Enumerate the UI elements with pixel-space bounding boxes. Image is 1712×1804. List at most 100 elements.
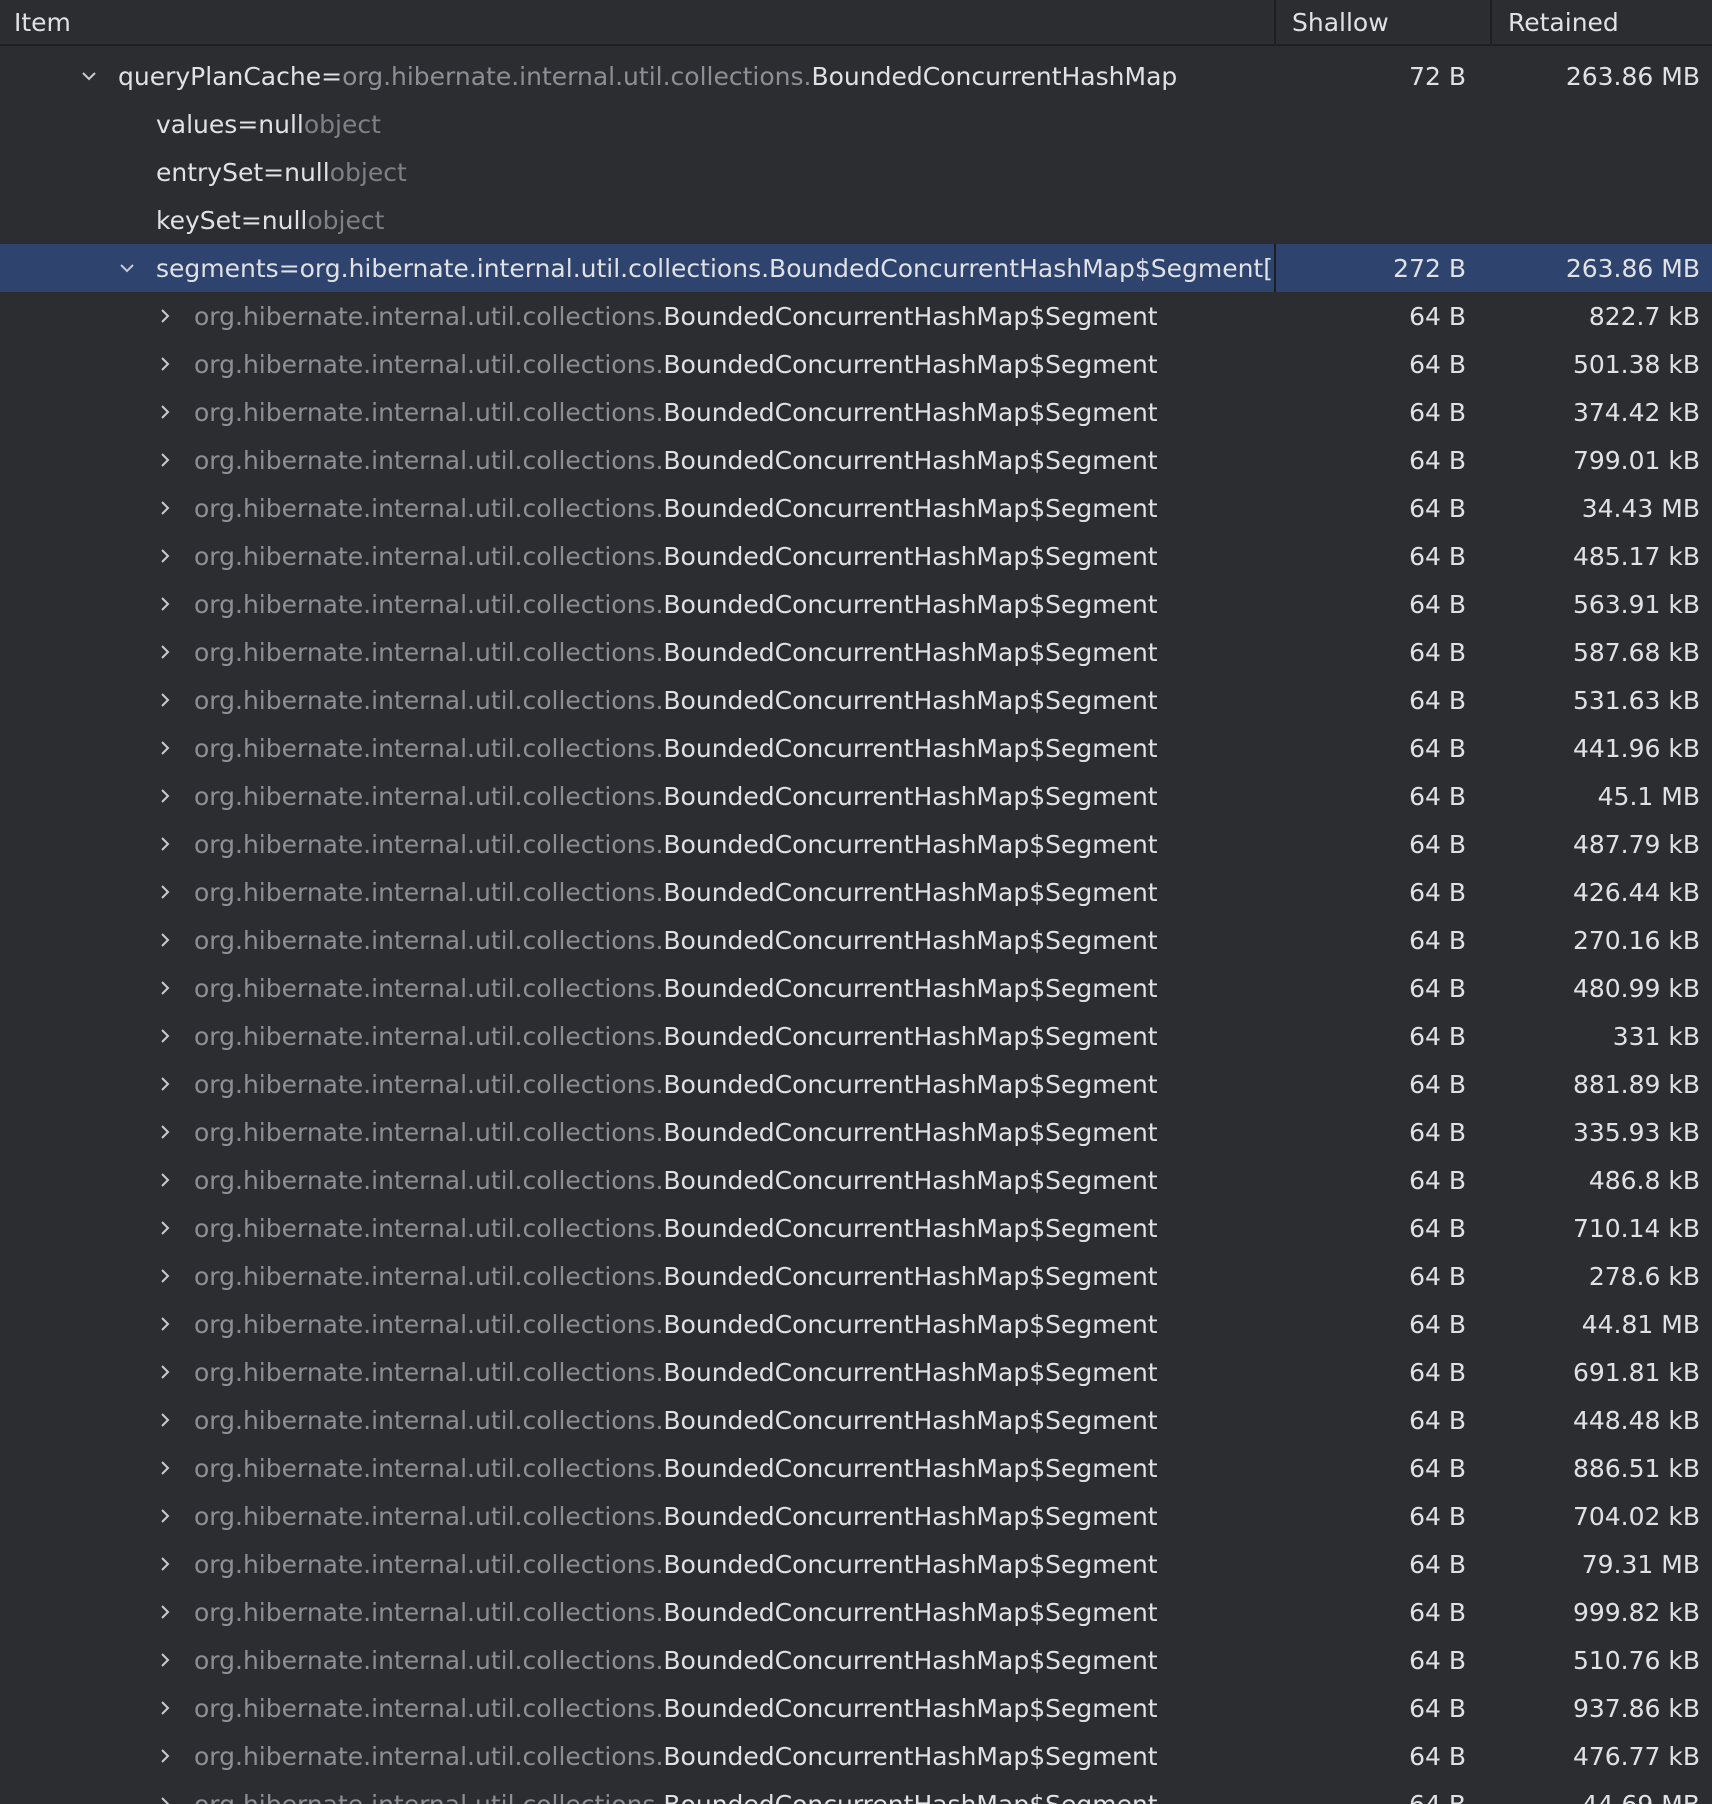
chevron-right-icon[interactable] bbox=[156, 739, 174, 757]
chevron-right-icon[interactable] bbox=[156, 787, 174, 805]
tree-row-segment[interactable]: org.hibernate.internal.util.collections.… bbox=[0, 532, 1712, 580]
tree-row-segment[interactable]: org.hibernate.internal.util.collections.… bbox=[0, 340, 1712, 388]
chevron-right-icon[interactable] bbox=[156, 1219, 174, 1237]
tree-row-segment[interactable]: org.hibernate.internal.util.collections.… bbox=[0, 724, 1712, 772]
tree-row-queryplancache[interactable]: queryPlanCache = org.hibernate.internal.… bbox=[0, 52, 1712, 100]
tree-row-segment[interactable]: org.hibernate.internal.util.collections.… bbox=[0, 1348, 1712, 1396]
chevron-right-icon[interactable] bbox=[156, 1507, 174, 1525]
tree-row-segment[interactable]: org.hibernate.internal.util.collections.… bbox=[0, 1156, 1712, 1204]
retained-size: 263.86 MB bbox=[1565, 253, 1700, 283]
chevron-right-icon[interactable] bbox=[156, 1459, 174, 1477]
column-item[interactable]: Item bbox=[0, 0, 1276, 44]
tree-row-segment[interactable]: org.hibernate.internal.util.collections.… bbox=[0, 964, 1712, 1012]
chevron-right-icon[interactable] bbox=[156, 643, 174, 661]
class-name: BoundedConcurrentHashMap$Segment bbox=[663, 1501, 1158, 1531]
retained-size: 822.7 kB bbox=[1588, 301, 1700, 331]
chevron-right-icon[interactable] bbox=[156, 1699, 174, 1717]
chevron-right-icon[interactable] bbox=[156, 1747, 174, 1765]
chevron-right-icon[interactable] bbox=[156, 1171, 174, 1189]
shallow-size: 64 B bbox=[1409, 301, 1466, 331]
column-retained[interactable]: Retained bbox=[1492, 0, 1712, 44]
tree-row-segment[interactable]: org.hibernate.internal.util.collections.… bbox=[0, 1684, 1712, 1732]
chevron-right-icon[interactable] bbox=[156, 403, 174, 421]
tree-row-entryset[interactable]: entrySet = null object bbox=[0, 148, 1712, 196]
chevron-right-icon[interactable] bbox=[156, 691, 174, 709]
chevron-right-icon[interactable] bbox=[156, 1603, 174, 1621]
chevron-down-icon[interactable] bbox=[80, 67, 98, 85]
chevron-right-icon[interactable] bbox=[156, 979, 174, 997]
shallow-size: 64 B bbox=[1409, 493, 1466, 523]
chevron-right-icon[interactable] bbox=[156, 1651, 174, 1669]
chevron-right-icon[interactable] bbox=[156, 1795, 174, 1804]
chevron-down-icon[interactable] bbox=[118, 259, 136, 277]
chevron-right-icon[interactable] bbox=[156, 1027, 174, 1045]
chevron-right-icon[interactable] bbox=[156, 931, 174, 949]
package-name: org.hibernate.internal.util.collections. bbox=[194, 973, 664, 1003]
tree-row-segment[interactable]: org.hibernate.internal.util.collections.… bbox=[0, 772, 1712, 820]
chevron-right-icon[interactable] bbox=[156, 1555, 174, 1573]
item-cell: org.hibernate.internal.util.collections.… bbox=[0, 724, 1276, 772]
class-name: BoundedConcurrentHashMap$Segment bbox=[663, 589, 1158, 619]
tree-row-segment[interactable]: org.hibernate.internal.util.collections.… bbox=[0, 388, 1712, 436]
equals-sign: = bbox=[321, 61, 343, 91]
item-cell: org.hibernate.internal.util.collections.… bbox=[0, 388, 1276, 436]
chevron-right-icon[interactable] bbox=[156, 547, 174, 565]
tree-row-segment[interactable]: org.hibernate.internal.util.collections.… bbox=[0, 1780, 1712, 1804]
chevron-right-icon[interactable] bbox=[156, 835, 174, 853]
shallow-size: 64 B bbox=[1409, 925, 1466, 955]
retained-size: 486.8 kB bbox=[1588, 1165, 1700, 1195]
tree-row-segment[interactable]: org.hibernate.internal.util.collections.… bbox=[0, 484, 1712, 532]
chevron-right-icon[interactable] bbox=[156, 307, 174, 325]
shallow-size: 64 B bbox=[1409, 541, 1466, 571]
retained-size: 531.63 kB bbox=[1572, 685, 1700, 715]
tree-row-segment[interactable]: org.hibernate.internal.util.collections.… bbox=[0, 916, 1712, 964]
chevron-right-icon[interactable] bbox=[156, 1315, 174, 1333]
shallow-size: 64 B bbox=[1409, 637, 1466, 667]
shallow-size: 64 B bbox=[1409, 1165, 1466, 1195]
tree-row-segment[interactable]: org.hibernate.internal.util.collections.… bbox=[0, 1492, 1712, 1540]
chevron-right-icon[interactable] bbox=[156, 883, 174, 901]
tree-row-segment[interactable]: org.hibernate.internal.util.collections.… bbox=[0, 436, 1712, 484]
retained-size: 426.44 kB bbox=[1572, 877, 1700, 907]
chevron-right-icon[interactable] bbox=[156, 1075, 174, 1093]
tree-row-segment[interactable]: org.hibernate.internal.util.collections.… bbox=[0, 820, 1712, 868]
chevron-right-icon[interactable] bbox=[156, 1267, 174, 1285]
tree-row-segment[interactable]: org.hibernate.internal.util.collections.… bbox=[0, 580, 1712, 628]
tree-row-segment[interactable]: org.hibernate.internal.util.collections.… bbox=[0, 1396, 1712, 1444]
tree-row-segment[interactable]: org.hibernate.internal.util.collections.… bbox=[0, 1588, 1712, 1636]
retained-size: 563.91 kB bbox=[1572, 589, 1700, 619]
chevron-right-icon[interactable] bbox=[156, 499, 174, 517]
shallow-size: 64 B bbox=[1409, 1597, 1466, 1627]
tree-row-keyset[interactable]: keySet = null object bbox=[0, 196, 1712, 244]
tree-row-segment[interactable]: org.hibernate.internal.util.collections.… bbox=[0, 1204, 1712, 1252]
tree-row-segment[interactable]: org.hibernate.internal.util.collections.… bbox=[0, 1540, 1712, 1588]
class-name: BoundedConcurrentHashMap$Segment bbox=[663, 925, 1158, 955]
tree-row-segments[interactable]: segments = org.hibernate.internal.util.c… bbox=[0, 244, 1712, 292]
tree-row-segment[interactable]: org.hibernate.internal.util.collections.… bbox=[0, 1636, 1712, 1684]
chevron-right-icon[interactable] bbox=[156, 1411, 174, 1429]
chevron-right-icon[interactable] bbox=[156, 355, 174, 373]
chevron-right-icon[interactable] bbox=[156, 1363, 174, 1381]
tree-row-segment[interactable]: org.hibernate.internal.util.collections.… bbox=[0, 1012, 1712, 1060]
tree-row-segment[interactable]: org.hibernate.internal.util.collections.… bbox=[0, 1444, 1712, 1492]
retained-size: 331 kB bbox=[1612, 1021, 1700, 1051]
tree-row-segment[interactable]: org.hibernate.internal.util.collections.… bbox=[0, 868, 1712, 916]
tree-row-segment[interactable]: org.hibernate.internal.util.collections.… bbox=[0, 1060, 1712, 1108]
chevron-right-icon[interactable] bbox=[156, 595, 174, 613]
tree-row-segment[interactable]: org.hibernate.internal.util.collections.… bbox=[0, 676, 1712, 724]
retained-size: 799.01 kB bbox=[1572, 445, 1700, 475]
tree-row-segment[interactable]: org.hibernate.internal.util.collections.… bbox=[0, 292, 1712, 340]
chevron-right-icon[interactable] bbox=[156, 1123, 174, 1141]
shallow-size: 64 B bbox=[1409, 1117, 1466, 1147]
class-name: BoundedConcurrentHashMap$Segment bbox=[663, 877, 1158, 907]
chevron-right-icon[interactable] bbox=[156, 451, 174, 469]
tree-row-segment[interactable]: org.hibernate.internal.util.collections.… bbox=[0, 628, 1712, 676]
tree-row-segment[interactable]: org.hibernate.internal.util.collections.… bbox=[0, 1108, 1712, 1156]
column-shallow[interactable]: Shallow bbox=[1276, 0, 1492, 44]
tree-row-segment[interactable]: org.hibernate.internal.util.collections.… bbox=[0, 1300, 1712, 1348]
tree-row-values[interactable]: values = null object bbox=[0, 100, 1712, 148]
tree-row-segment[interactable]: org.hibernate.internal.util.collections.… bbox=[0, 1252, 1712, 1300]
tree-row-segment[interactable]: org.hibernate.internal.util.collections.… bbox=[0, 1732, 1712, 1780]
shallow-size: 64 B bbox=[1409, 877, 1466, 907]
shallow-size: 64 B bbox=[1409, 1021, 1466, 1051]
